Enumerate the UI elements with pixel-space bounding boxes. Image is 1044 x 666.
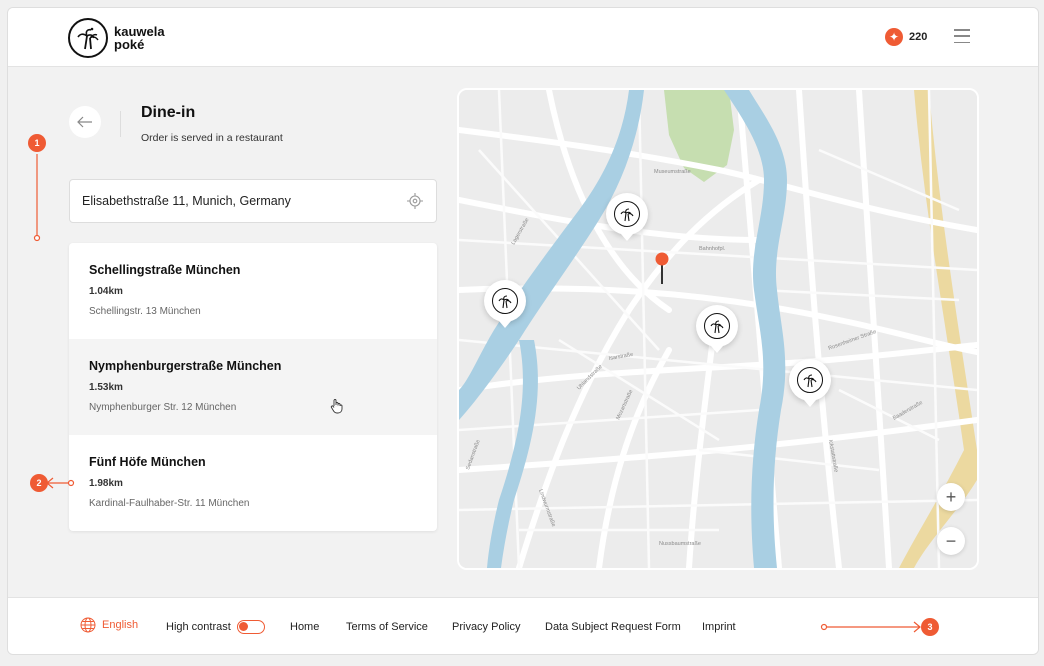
address-search: [69, 179, 437, 223]
footer-link-privacy[interactable]: Privacy Policy: [452, 621, 520, 633]
zoom-in-button[interactable]: +: [937, 483, 965, 511]
restaurant-distance: 1.53km: [89, 382, 123, 393]
menu-button[interactable]: [954, 29, 970, 43]
palm-tree-icon: [614, 201, 640, 227]
restaurant-address: Kardinal-Faulhaber-Str. 11 München: [89, 498, 250, 509]
annotation-badge-2: 2: [30, 474, 48, 492]
high-contrast-toggle[interactable]: [237, 620, 265, 634]
zoom-out-button[interactable]: −: [937, 527, 965, 555]
map[interactable]: Museumstraße Bahnhofpl. Lagerstraße Isar…: [457, 88, 979, 570]
restaurant-distance: 1.04km: [89, 286, 123, 297]
restaurant-map-pin[interactable]: [696, 305, 738, 353]
menu-line: [954, 35, 970, 37]
restaurant-distance: 1.98km: [89, 478, 123, 489]
divider: [120, 111, 121, 137]
restaurant-name: Fünf Höfe München: [89, 455, 206, 469]
street-label: Bahnhofpl.: [699, 246, 726, 252]
star-icon: ✦: [885, 28, 903, 46]
footer: English High contrast Home Terms of Serv…: [8, 597, 1038, 654]
restaurant-map-pin[interactable]: [484, 280, 526, 328]
address-input[interactable]: [82, 194, 406, 208]
page-subtitle: Order is served in a restaurant: [141, 132, 283, 144]
logo-line-2: poké: [114, 37, 145, 52]
annotation-badge-3: 3: [921, 618, 939, 636]
language-label: English: [102, 619, 139, 631]
hand-cursor-icon: [330, 399, 343, 414]
back-button[interactable]: [69, 106, 101, 138]
restaurant-list: Schellingstraße München 1.04km Schelling…: [69, 243, 437, 531]
language-selector[interactable]: English: [80, 617, 138, 633]
palm-tree-icon: [492, 288, 518, 314]
restaurant-item[interactable]: Fünf Höfe München 1.98km Kardinal-Faulha…: [69, 435, 437, 531]
palm-tree-icon: [68, 18, 108, 58]
street-label: Museumstraße: [654, 169, 691, 175]
high-contrast-label: High contrast: [166, 621, 231, 633]
footer-link-terms[interactable]: Terms of Service: [346, 621, 428, 633]
loyalty-points[interactable]: ✦ 220: [885, 28, 927, 46]
menu-line: [954, 29, 970, 31]
restaurant-item[interactable]: Nymphenburgerstraße München 1.53km Nymph…: [69, 339, 437, 435]
annotation-arrow-2: [46, 477, 75, 489]
annotation-badge-1: 1: [28, 134, 46, 152]
globe-icon: [80, 617, 96, 633]
crosshair-icon: [407, 193, 423, 209]
footer-link-imprint[interactable]: Imprint: [702, 621, 736, 633]
arrow-left-icon: [77, 116, 92, 128]
location-pin-icon: [655, 252, 669, 284]
palm-tree-icon: [797, 367, 823, 393]
restaurant-address: Schellingstr. 13 München: [89, 306, 201, 317]
page-title: Dine-in: [141, 104, 196, 121]
toggle-knob: [239, 622, 248, 631]
restaurant-name: Nymphenburgerstraße München: [89, 359, 282, 373]
palm-tree-icon: [704, 313, 730, 339]
points-value: 220: [909, 31, 928, 43]
menu-line: [954, 41, 970, 43]
restaurant-name: Schellingstraße München: [89, 263, 241, 277]
restaurant-item[interactable]: Schellingstraße München 1.04km Schelling…: [69, 243, 437, 339]
footer-link-home[interactable]: Home: [290, 621, 319, 633]
footer-link-dsr-form[interactable]: Data Subject Request Form: [545, 621, 681, 633]
annotation-arrow-3: [820, 621, 921, 633]
locate-me-button[interactable]: [406, 192, 424, 210]
header: kauwela poké ✦ 220: [8, 8, 1038, 67]
street-label: Nussbaumstraße: [659, 541, 701, 547]
app-window: kauwela poké ✦ 220 1 Dine-in Order is se…: [7, 7, 1039, 655]
restaurant-map-pin[interactable]: [606, 193, 648, 241]
restaurant-address: Nymphenburger Str. 12 München: [89, 402, 237, 413]
logo[interactable]: kauwela poké: [68, 18, 165, 58]
restaurant-map-pin[interactable]: [789, 359, 831, 407]
